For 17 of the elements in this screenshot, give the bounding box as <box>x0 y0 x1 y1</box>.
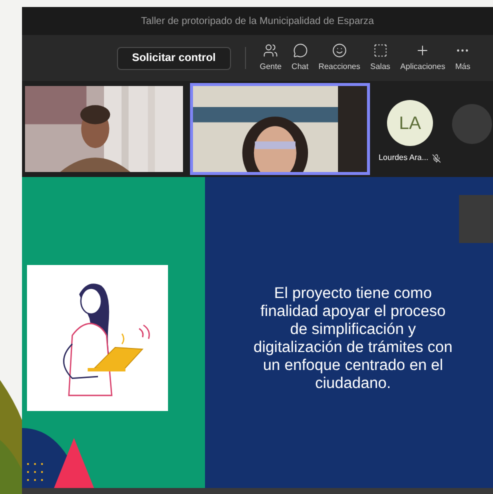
people-icon <box>263 43 278 58</box>
plus-icon <box>415 43 430 58</box>
overlay-panel <box>459 195 493 243</box>
toolbar-button[interactable]: Más <box>455 43 470 73</box>
toolbar-button[interactable]: Chat <box>292 43 308 73</box>
participant-name: Lourdes Ara... <box>378 152 428 164</box>
rooms-icon <box>372 43 388 58</box>
avatar[interactable]: LA <box>387 100 433 146</box>
toolbar-button[interactable]: Reacciones <box>318 43 360 73</box>
toolbar-button[interactable]: Gente <box>260 43 282 73</box>
smiley-icon <box>332 43 347 58</box>
toolbar-button[interactable]: Aplicaciones <box>400 43 446 73</box>
toolbar-button[interactable]: Salas <box>370 43 390 73</box>
chat-icon <box>292 43 308 58</box>
window-title: Taller de protoripado de la Municipalidad de Esparza <box>141 14 374 28</box>
slide-text: El proyecto tiene como finalidad apoyar el proceso de simplificación y digitalización de trámites con un enfoque centrado en el ciudadano. <box>252 285 454 393</box>
request-control-button[interactable]: Solicitar control <box>117 46 231 70</box>
